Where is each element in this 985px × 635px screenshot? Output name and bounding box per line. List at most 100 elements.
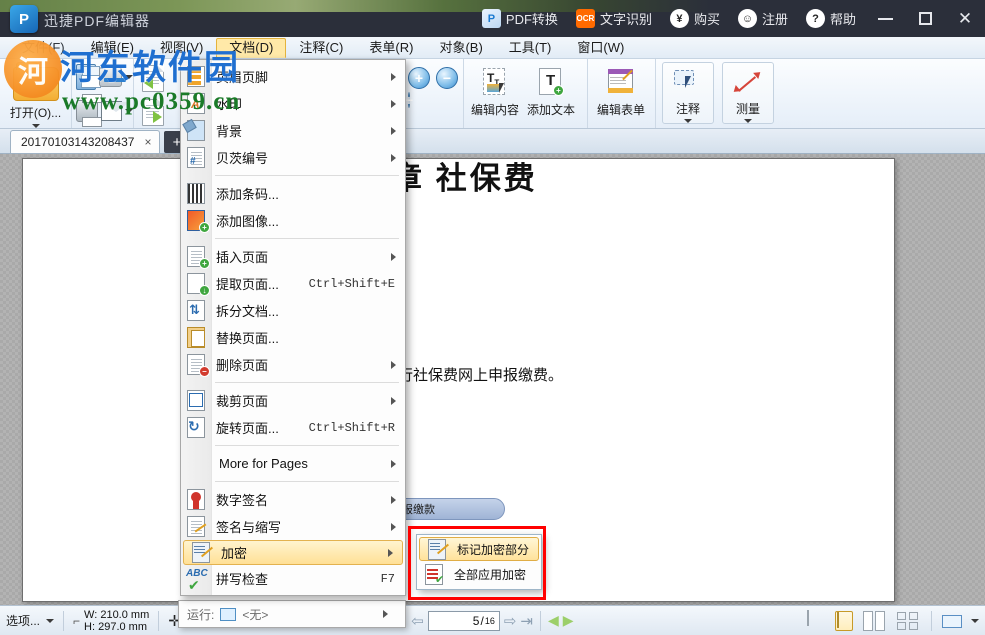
scanner-icon[interactable] [99, 67, 122, 87]
submenu-arrow-icon [391, 253, 396, 261]
delete-page-icon: – [185, 354, 208, 375]
menu-item-label: 添加图像... [216, 211, 405, 230]
add-text-button[interactable]: T + 添加文本 [524, 63, 578, 118]
continuous-icon[interactable] [835, 611, 853, 631]
menu-item-object[interactable]: 对象(B) [426, 38, 495, 58]
menu-item-encrypt[interactable]: 加密 [183, 540, 403, 565]
app-logo-icon: P [10, 5, 38, 33]
menu-item-replace-page[interactable]: 替换页面... [181, 324, 405, 351]
maximize-button[interactable] [905, 0, 945, 37]
zoom-in-icon[interactable]: + [408, 92, 410, 108]
purchase-button[interactable]: ¥ 购买 [661, 0, 729, 37]
menu-item-header-footer[interactable]: 页眉页脚 [181, 63, 405, 90]
replace-page-icon [185, 327, 208, 348]
pdf-convert-button[interactable]: P PDF转换 [473, 0, 567, 37]
menu-item-label: 添加条码... [216, 184, 405, 203]
menu-item-window[interactable]: 窗口(W) [564, 38, 637, 58]
signature-initials-icon [185, 516, 208, 537]
menu-item-insert-page[interactable]: + 插入页面 [181, 243, 405, 270]
back-icon[interactable]: ◀ [548, 612, 559, 629]
menu-item-bates-numbering[interactable]: # 贝茨编号 [181, 144, 405, 171]
separator [63, 611, 64, 631]
menu-item-more-for-pages[interactable]: More for Pages [181, 450, 405, 477]
ocr-button[interactable]: OCR 文字识别 [567, 0, 661, 37]
first-page-icon[interactable]: ⇦ [411, 612, 424, 630]
menu-item-spellcheck[interactable]: ABC✔ 拼写检查 F7 [181, 565, 405, 592]
save-icon[interactable] [76, 64, 96, 90]
menu-item-delete-page[interactable]: – 删除页面 [181, 351, 405, 378]
add-text-icon: T + [534, 67, 568, 99]
menu-item-label: 插入页面 [216, 247, 391, 266]
submenu-arrow-icon [388, 549, 393, 557]
next-page-icon[interactable]: ⇨ [504, 612, 517, 630]
register-button[interactable]: ☺ 注册 [729, 0, 797, 37]
submenu-item-apply-all-encrypt[interactable]: ✔ 全部应用加密 [417, 561, 541, 587]
menu-item-file[interactable]: 文件(F) [0, 38, 78, 58]
document-tab[interactable]: 20170103143208437 × [10, 130, 160, 153]
menu-separator [215, 175, 399, 176]
edit-form-button[interactable]: 编辑表单 [594, 63, 648, 118]
previous-page-icon[interactable] [142, 65, 164, 92]
menu-item-add-image[interactable]: + 添加图像... [181, 207, 405, 234]
help-button[interactable]: ? 帮助 [797, 0, 865, 37]
menu-item-digital-signature[interactable]: 数字签名 [181, 486, 405, 513]
document-tab-label: 20170103143208437 [21, 135, 134, 149]
spellcheck-icon: ABC✔ [185, 568, 208, 589]
edit-content-button[interactable]: TT 编辑内容 [468, 63, 522, 118]
menu-item-background[interactable]: 背景 [181, 117, 405, 144]
four-page-icon[interactable] [897, 611, 921, 631]
email-icon[interactable] [101, 101, 123, 121]
background-icon [185, 120, 208, 141]
print-icon[interactable] [76, 100, 98, 122]
menu-item-crop-page[interactable]: 裁剪页面 [181, 387, 405, 414]
annotation-chevron-down-icon[interactable] [684, 119, 692, 123]
chevron-down-icon[interactable] [32, 124, 40, 128]
apply-all-encrypt-icon: ✔ [423, 564, 446, 585]
zoom-out-icon[interactable]: − [436, 67, 458, 89]
page-number-input[interactable]: 5 / 16 [428, 611, 500, 631]
menu-item-add-barcode[interactable]: 添加条码... [181, 180, 405, 207]
menu-item-label: 页眉页脚 [216, 67, 391, 86]
single-page-icon[interactable] [807, 611, 825, 631]
menu-item-edit[interactable]: 编辑(E) [78, 38, 147, 58]
run-label: 运行: [187, 606, 214, 623]
register-label: 注册 [762, 9, 788, 28]
run-popup[interactable]: 运行: <无> [178, 600, 406, 628]
close-icon: ✕ [958, 9, 972, 29]
forward-icon[interactable]: ▶ [563, 612, 574, 629]
submenu-item-mark-encrypt[interactable]: 标记加密部分 [419, 537, 539, 561]
edit-form-label: 编辑表单 [597, 101, 645, 118]
zoom-tool-icon[interactable]: + [408, 67, 430, 89]
menu-item-split-document[interactable]: ⇅ 拆分文档... [181, 297, 405, 324]
annotation-button[interactable]: 注释 [662, 62, 714, 124]
menu-item-comment[interactable]: 注释(C) [286, 38, 356, 58]
scanner-chevron-down-icon[interactable] [125, 75, 133, 79]
menu-item-shortcut: Ctrl+Shift+E [309, 277, 395, 291]
view-chevron-down-icon[interactable] [971, 619, 979, 623]
open-button[interactable]: 打开(O)... [0, 59, 71, 128]
measure-chevron-down-icon[interactable] [744, 119, 752, 123]
minimize-button[interactable] [865, 0, 905, 37]
fit-icon[interactable] [942, 611, 964, 631]
menu-item-view[interactable]: 视图(V) [147, 38, 216, 58]
close-button[interactable]: ✕ [945, 0, 985, 37]
options-button[interactable]: 选项... [0, 606, 60, 635]
close-icon[interactable]: × [144, 135, 151, 149]
chevron-down-icon[interactable] [46, 619, 54, 623]
status-bar: 选项... ⌐ W: 210.0 mm H: 297.0 mm ✛ ⇦ 5 / … [0, 605, 985, 635]
two-page-icon[interactable] [863, 611, 887, 631]
menu-item-tools[interactable]: 工具(T) [496, 38, 565, 58]
extract-page-icon: ↓ [185, 273, 208, 294]
last-page-icon[interactable]: ⇥ [520, 612, 533, 630]
menu-item-watermark[interactable]: A 水印 [181, 90, 405, 117]
menu-item-document[interactable]: 文档(D) [216, 38, 286, 58]
menu-item-form[interactable]: 表单(R) [356, 38, 426, 58]
menu-item-signature-initials[interactable]: 签名与缩写 [181, 513, 405, 540]
next-page-icon[interactable] [142, 99, 164, 126]
menu-item-rotate-page[interactable]: ↻ 旋转页面... Ctrl+Shift+R [181, 414, 405, 441]
run-color-chip[interactable] [220, 608, 236, 621]
menu-item-label: 裁剪页面 [216, 391, 391, 410]
menu-item-extract-page[interactable]: ↓ 提取页面... Ctrl+Shift+E [181, 270, 405, 297]
pdf-convert-label: PDF转换 [506, 9, 558, 28]
measure-button[interactable]: 测量 [722, 62, 774, 124]
